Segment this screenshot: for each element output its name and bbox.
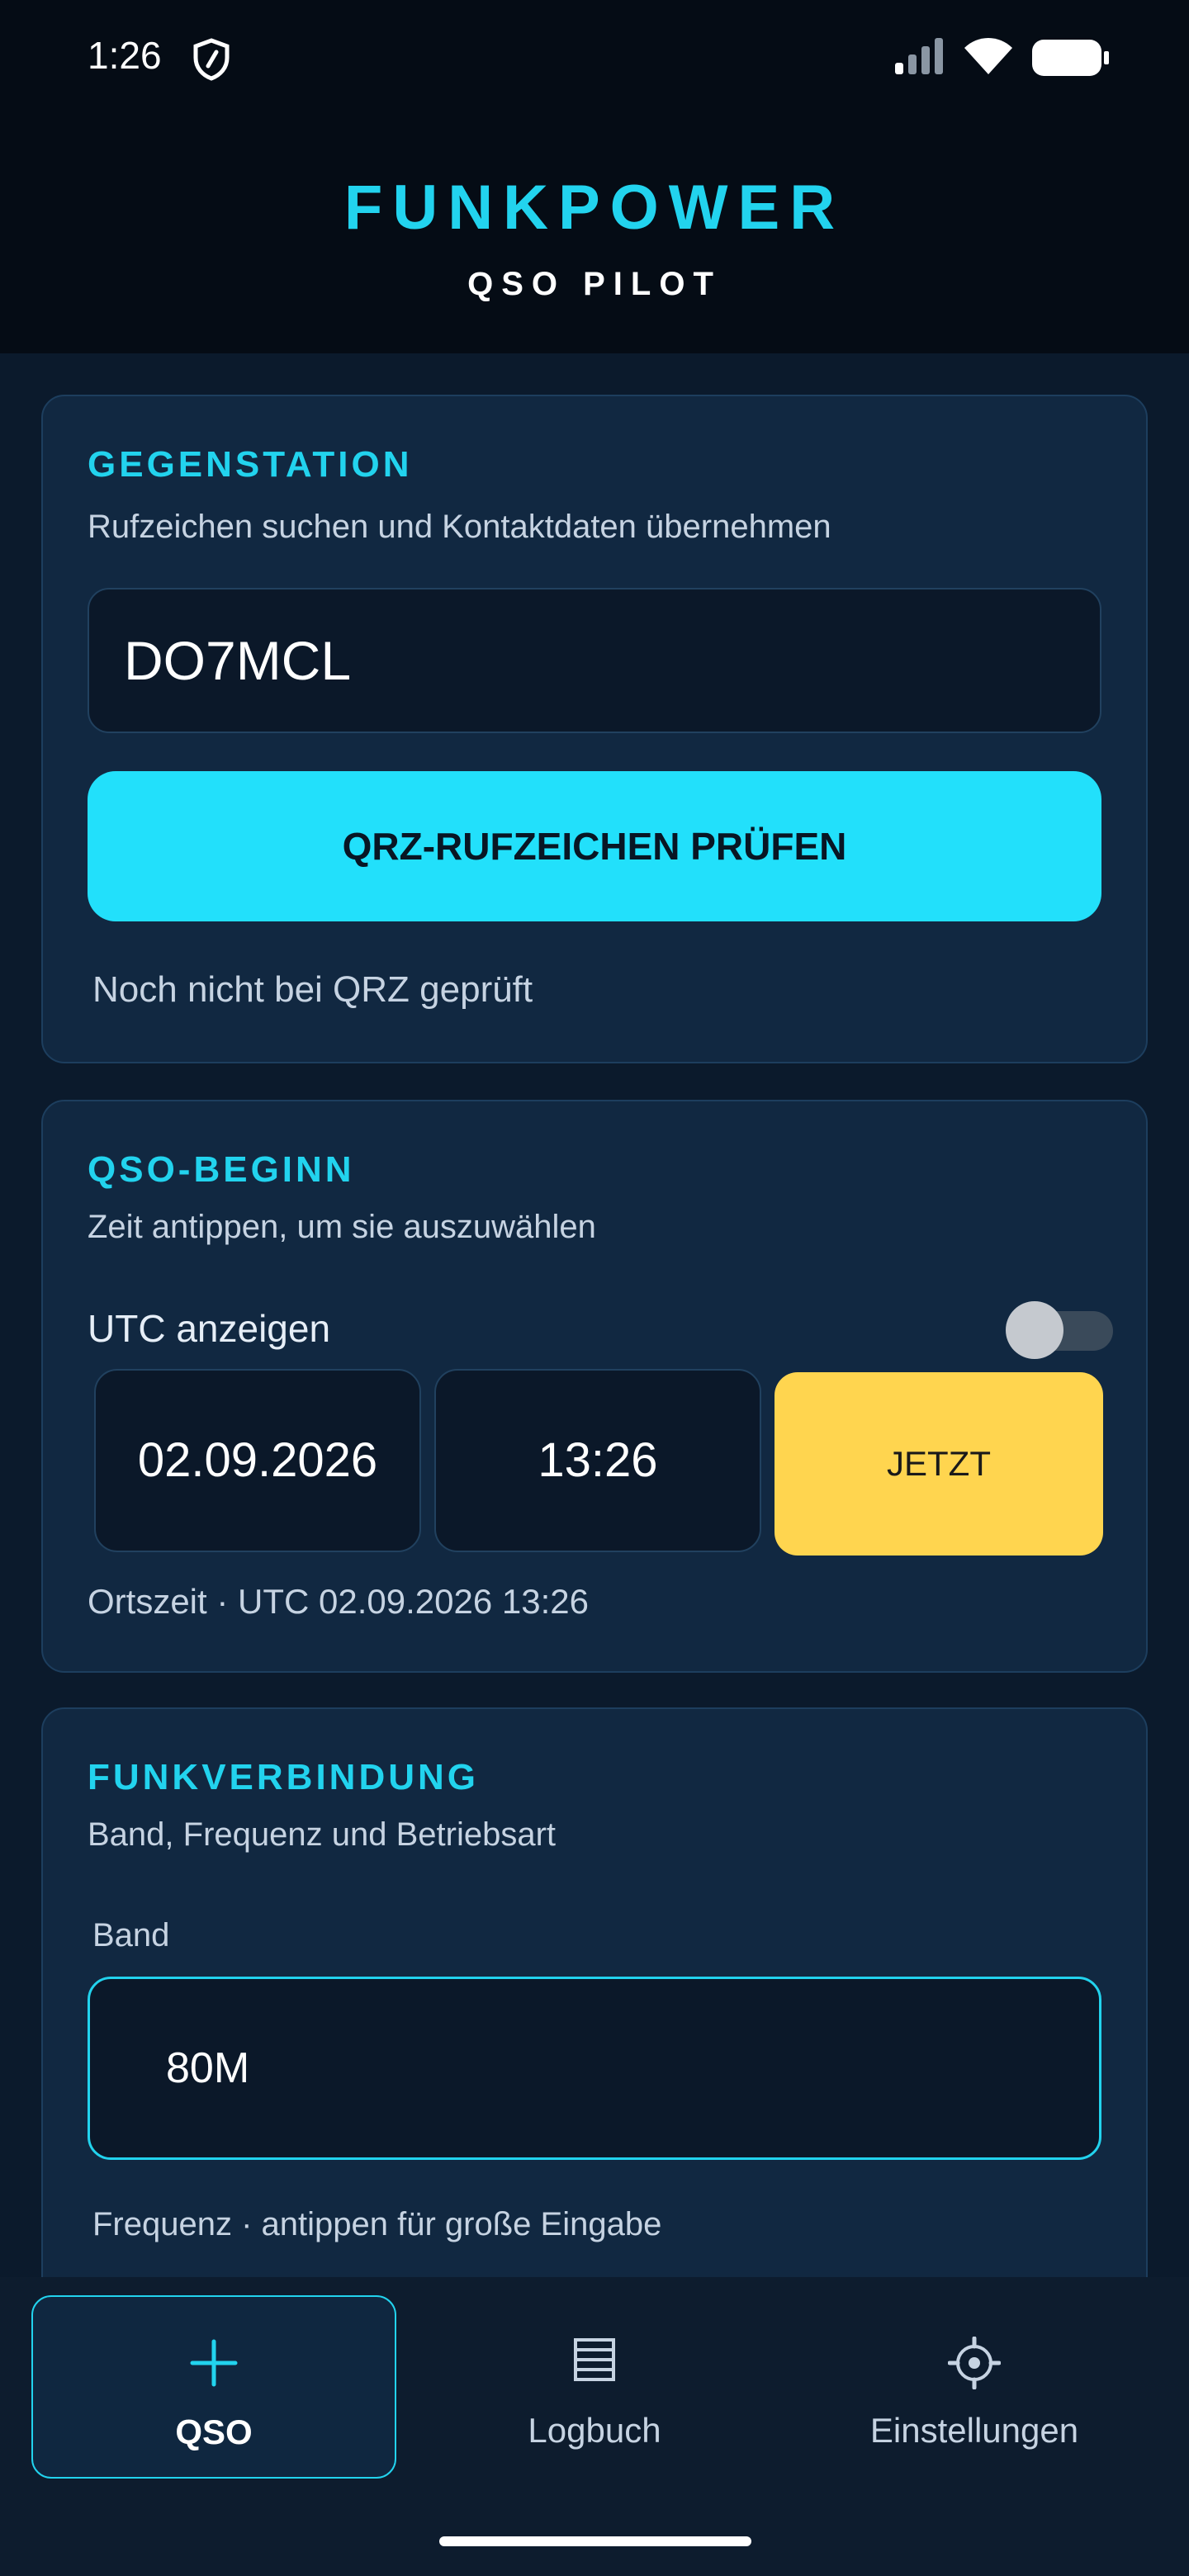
- status-bar: 1:26: [0, 0, 1189, 116]
- gegenstation-card: GEGENSTATION Rufzeichen suchen und Konta…: [41, 395, 1148, 1063]
- qrz-check-button[interactable]: QRZ-RUFZEICHEN PRÜFEN: [88, 771, 1101, 921]
- qso-beginn-subtitle: Zeit antippen, um sie auszuwählen: [88, 1209, 596, 1245]
- app-title: FUNKPOWER: [343, 173, 846, 243]
- bottom-nav: QSO Logbuch Einstellungen: [0, 2277, 1189, 2576]
- status-time: 1:26: [88, 34, 162, 77]
- logbook-icon: [413, 2337, 776, 2387]
- date-picker[interactable]: 02.09.2026: [94, 1369, 421, 1552]
- utc-toggle-label: UTC anzeigen: [88, 1307, 331, 1350]
- qso-form[interactable]: GEGENSTATION Rufzeichen suchen und Konta…: [0, 353, 1189, 2277]
- now-button[interactable]: JETZT: [775, 1372, 1103, 1556]
- frequency-label: Frequenz · antippen für große Eingabe: [92, 2206, 662, 2242]
- time-note: Ortszeit · UTC 02.09.2026 13:26: [88, 1582, 589, 1621]
- nav-logbuch-label: Logbuch: [528, 2411, 661, 2450]
- gegenstation-title: GEGENSTATION: [88, 444, 413, 485]
- utc-toggle-knob[interactable]: [1006, 1301, 1063, 1359]
- nav-qso[interactable]: QSO: [31, 2295, 396, 2479]
- band-label: Band: [92, 1917, 170, 1953]
- funkverbindung-title: FUNKVERBINDUNG: [88, 1757, 479, 1797]
- band-select[interactable]: 80M: [88, 1977, 1101, 2160]
- funkverbindung-subtitle: Band, Frequenz und Betriebsart: [88, 1816, 557, 1853]
- qso-beginn-title: QSO-BEGINN: [88, 1149, 355, 1190]
- settings-icon: [793, 2336, 1156, 2394]
- qrz-status-text: Noch nicht bei QRZ geprüft: [92, 969, 533, 1010]
- time-picker[interactable]: 13:26: [434, 1369, 761, 1552]
- shield-icon: [192, 38, 231, 85]
- nav-einstellungen-label: Einstellungen: [869, 2411, 1079, 2450]
- nav-logbuch[interactable]: Logbuch: [413, 2295, 776, 2479]
- app-subtitle: QSO PILOT: [467, 266, 722, 302]
- battery-icon: [1030, 38, 1110, 82]
- signal-icon: [893, 38, 946, 80]
- nav-qso-label: QSO: [175, 2413, 253, 2451]
- nav-einstellungen[interactable]: Einstellungen: [793, 2295, 1156, 2479]
- plus-icon: [33, 2338, 395, 2392]
- callsign-input[interactable]: DO7MCL: [88, 588, 1101, 733]
- funkverbindung-card: FUNKVERBINDUNG Band, Frequenz und Betrie…: [41, 1707, 1148, 2277]
- app-header: 1:26 FUNKPOWER QSO PILOT: [0, 0, 1189, 353]
- qso-beginn-card: QSO-BEGINN Zeit antippen, um sie auszuwä…: [41, 1100, 1148, 1673]
- home-indicator[interactable]: [439, 2536, 751, 2546]
- gegenstation-subtitle: Rufzeichen suchen und Kontaktdaten übern…: [88, 509, 831, 545]
- wifi-icon: [963, 36, 1014, 80]
